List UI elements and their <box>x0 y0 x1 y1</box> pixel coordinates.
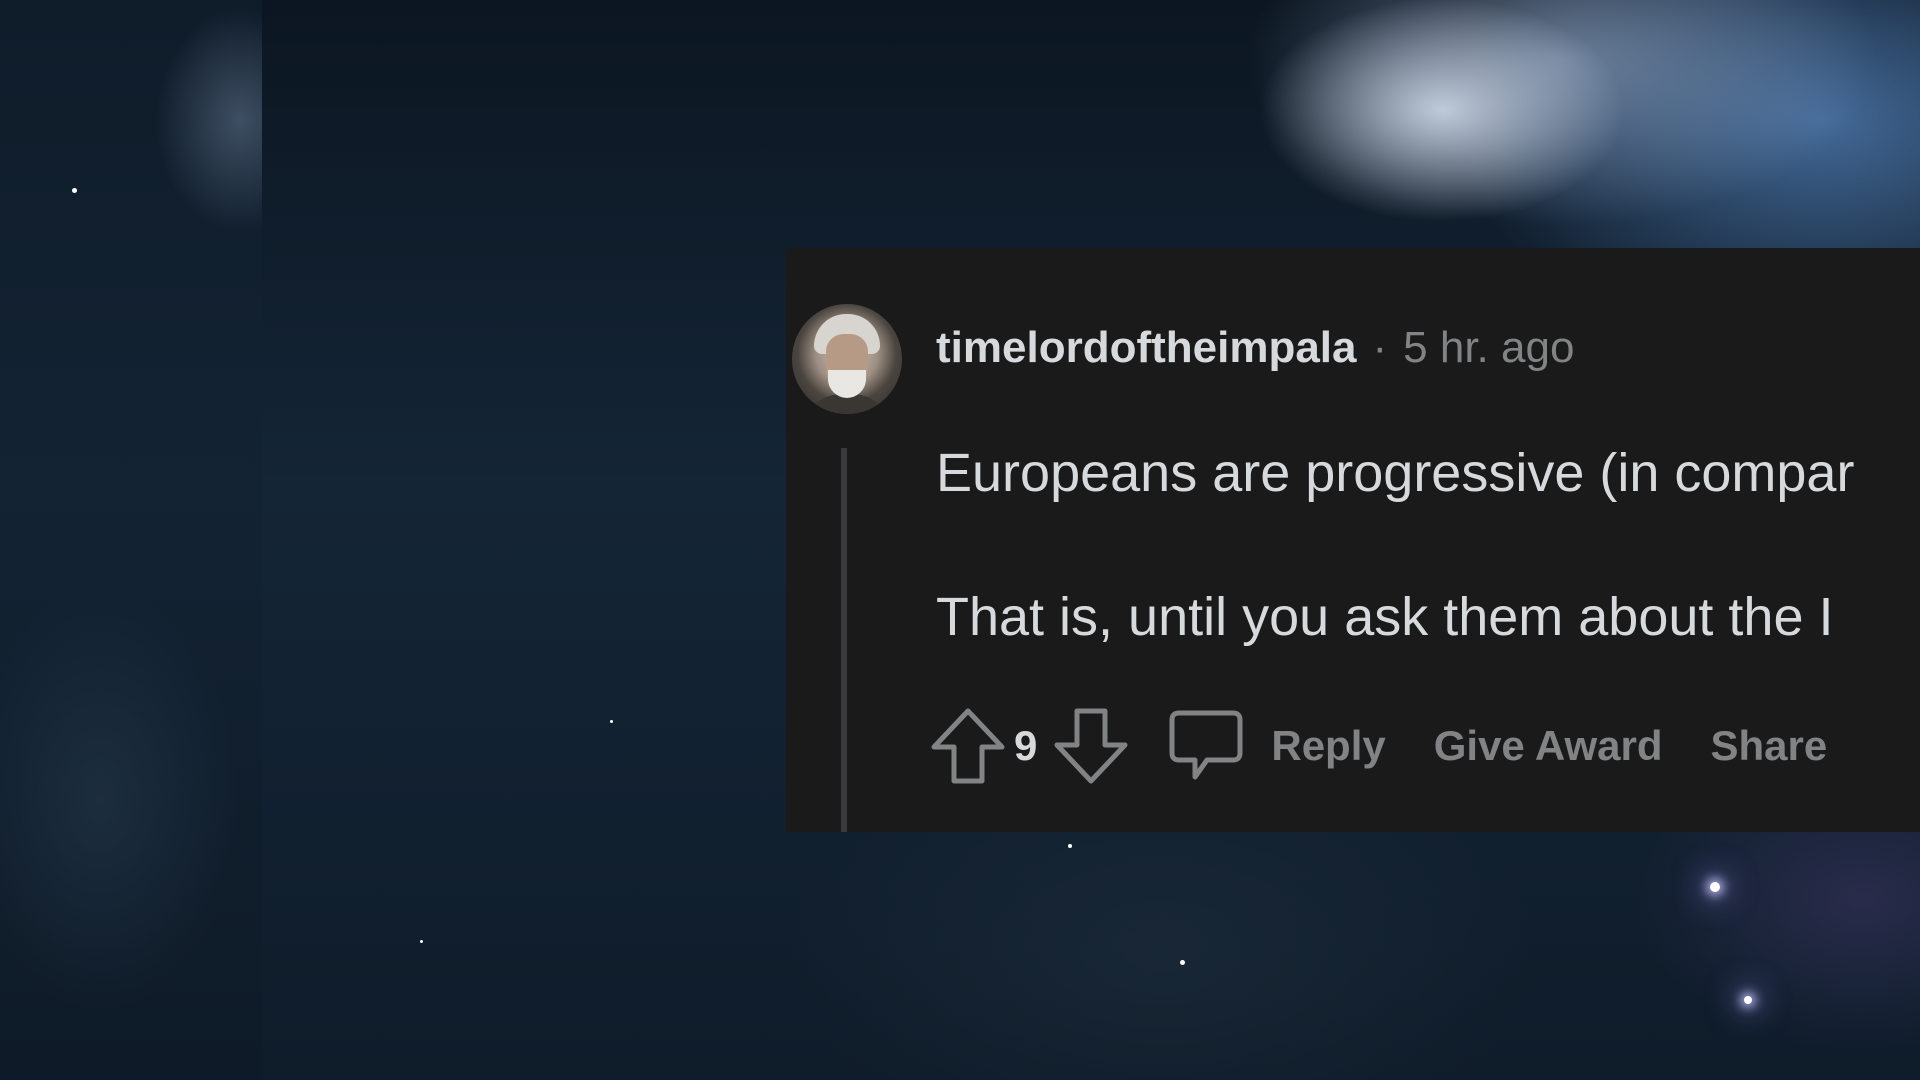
star <box>610 720 613 723</box>
upvote-button[interactable] <box>928 704 1008 788</box>
comment-bubble-icon <box>1169 710 1243 780</box>
star <box>1744 996 1752 1004</box>
comment-card: timelordoftheimpala · 5 hr. ago European… <box>786 248 1920 832</box>
star <box>1180 960 1185 965</box>
give-award-button[interactable]: Give Award <box>1434 722 1663 770</box>
background-left-panel <box>0 0 262 1080</box>
downvote-button[interactable] <box>1051 704 1131 788</box>
avatar[interactable] <box>792 304 902 414</box>
reply-button[interactable]: Reply <box>1167 707 1386 785</box>
comment-paragraph: That is, until you ask them about the I <box>936 587 1834 647</box>
share-button[interactable]: Share <box>1711 722 1828 770</box>
comment-meta: timelordoftheimpala · 5 hr. ago <box>936 318 1574 378</box>
username-link[interactable]: timelordoftheimpala <box>936 323 1357 373</box>
reply-label: Reply <box>1271 722 1386 769</box>
vote-score: 9 <box>1014 722 1038 769</box>
star <box>1710 882 1720 892</box>
screenshot-stage: timelordoftheimpala · 5 hr. ago European… <box>0 0 1920 1080</box>
downvote-arrow-icon <box>1054 708 1128 784</box>
star <box>420 940 423 943</box>
comment-paragraph: Europeans are progressive (in compar <box>936 443 1855 503</box>
star <box>1068 844 1072 848</box>
star <box>72 188 77 193</box>
upvote-arrow-icon <box>931 708 1005 784</box>
comment-actions: 9 Reply Give Award Share <box>928 704 1827 788</box>
thread-collapse-line[interactable] <box>841 448 847 832</box>
meta-separator: · <box>1372 323 1388 372</box>
timestamp[interactable]: 5 hr. ago <box>1403 323 1574 373</box>
